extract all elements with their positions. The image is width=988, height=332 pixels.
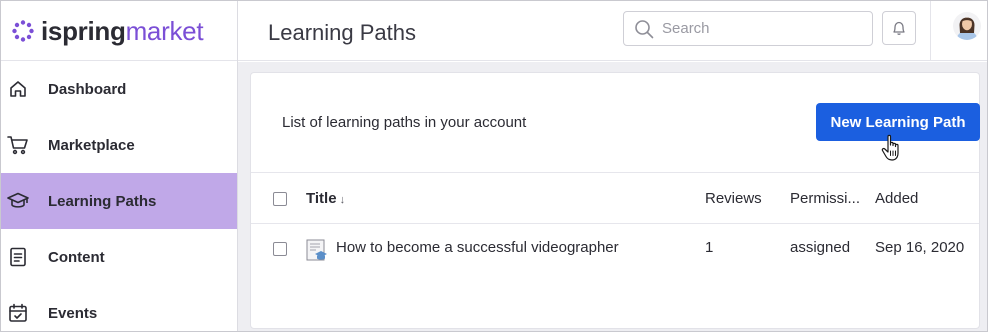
table-row[interactable]: How to become a successful videographer … <box>251 224 979 274</box>
row-checkbox[interactable] <box>273 242 287 256</box>
logo-word-market: market <box>125 15 204 46</box>
select-all-checkbox[interactable] <box>273 192 287 206</box>
header-divider <box>930 1 931 61</box>
top-header: Learning Paths <box>238 1 987 61</box>
sort-down-icon: ↓ <box>339 194 346 206</box>
sidebar-item-events[interactable]: Events <box>1 285 237 331</box>
calendar-icon <box>7 302 29 324</box>
logo-word-ispring: ispring <box>41 15 126 46</box>
home-icon <box>7 78 29 100</box>
app-window: ispringmarket Dashboard Marketplace Lear… <box>0 0 988 332</box>
sidebar-item-marketplace[interactable]: Marketplace <box>1 117 237 173</box>
search-icon <box>635 19 654 38</box>
sidebar-item-label: Marketplace <box>48 136 135 154</box>
sidebar-item-dashboard[interactable]: Dashboard <box>1 61 237 117</box>
search-input[interactable] <box>662 20 862 37</box>
main-content: List of learning paths in your account N… <box>238 62 987 331</box>
sidebar-item-label: Learning Paths <box>48 192 157 210</box>
sidebar-item-label: Content <box>48 248 105 266</box>
user-avatar[interactable] <box>953 11 981 41</box>
row-added-date: Sep 16, 2020 <box>875 239 965 256</box>
column-header-reviews[interactable]: Reviews <box>705 190 762 207</box>
sidebar-nav: Dashboard Marketplace Learning Paths Con… <box>1 61 237 331</box>
learning-path-icon <box>306 239 327 261</box>
graduation-cap-icon <box>7 190 29 212</box>
column-header-permission[interactable]: Permissi... <box>790 190 860 207</box>
hand-cursor-icon <box>881 134 899 161</box>
search-box[interactable] <box>623 11 873 46</box>
card-description: List of learning paths in your account <box>282 114 527 131</box>
sidebar-item-label: Events <box>48 304 98 322</box>
sidebar-item-learning-paths[interactable]: Learning Paths <box>1 173 237 229</box>
table-header: Title ↓ Reviews Permissi... Added <box>251 172 979 224</box>
column-header-title-label: Title <box>306 190 337 207</box>
logo-text: ispringmarket <box>41 15 204 46</box>
document-icon <box>7 246 29 268</box>
logo[interactable]: ispringmarket <box>1 1 237 61</box>
sidebar-item-label: Dashboard <box>48 80 127 98</box>
sidebar: ispringmarket Dashboard Marketplace Lear… <box>1 1 238 331</box>
column-header-title[interactable]: Title ↓ <box>306 190 345 207</box>
page-title: Learning Paths <box>268 20 416 45</box>
bell-icon <box>893 21 905 35</box>
cart-icon <box>7 134 29 156</box>
row-reviews: 1 <box>705 239 714 256</box>
row-permission: assigned <box>790 239 851 256</box>
notifications-button[interactable] <box>882 11 916 45</box>
logo-mark-icon <box>12 19 34 42</box>
column-header-added[interactable]: Added <box>875 190 918 207</box>
sidebar-item-content[interactable]: Content <box>1 229 237 285</box>
learning-paths-card: List of learning paths in your account N… <box>250 72 980 329</box>
row-title-link[interactable]: How to become a successful videographer <box>336 239 619 256</box>
